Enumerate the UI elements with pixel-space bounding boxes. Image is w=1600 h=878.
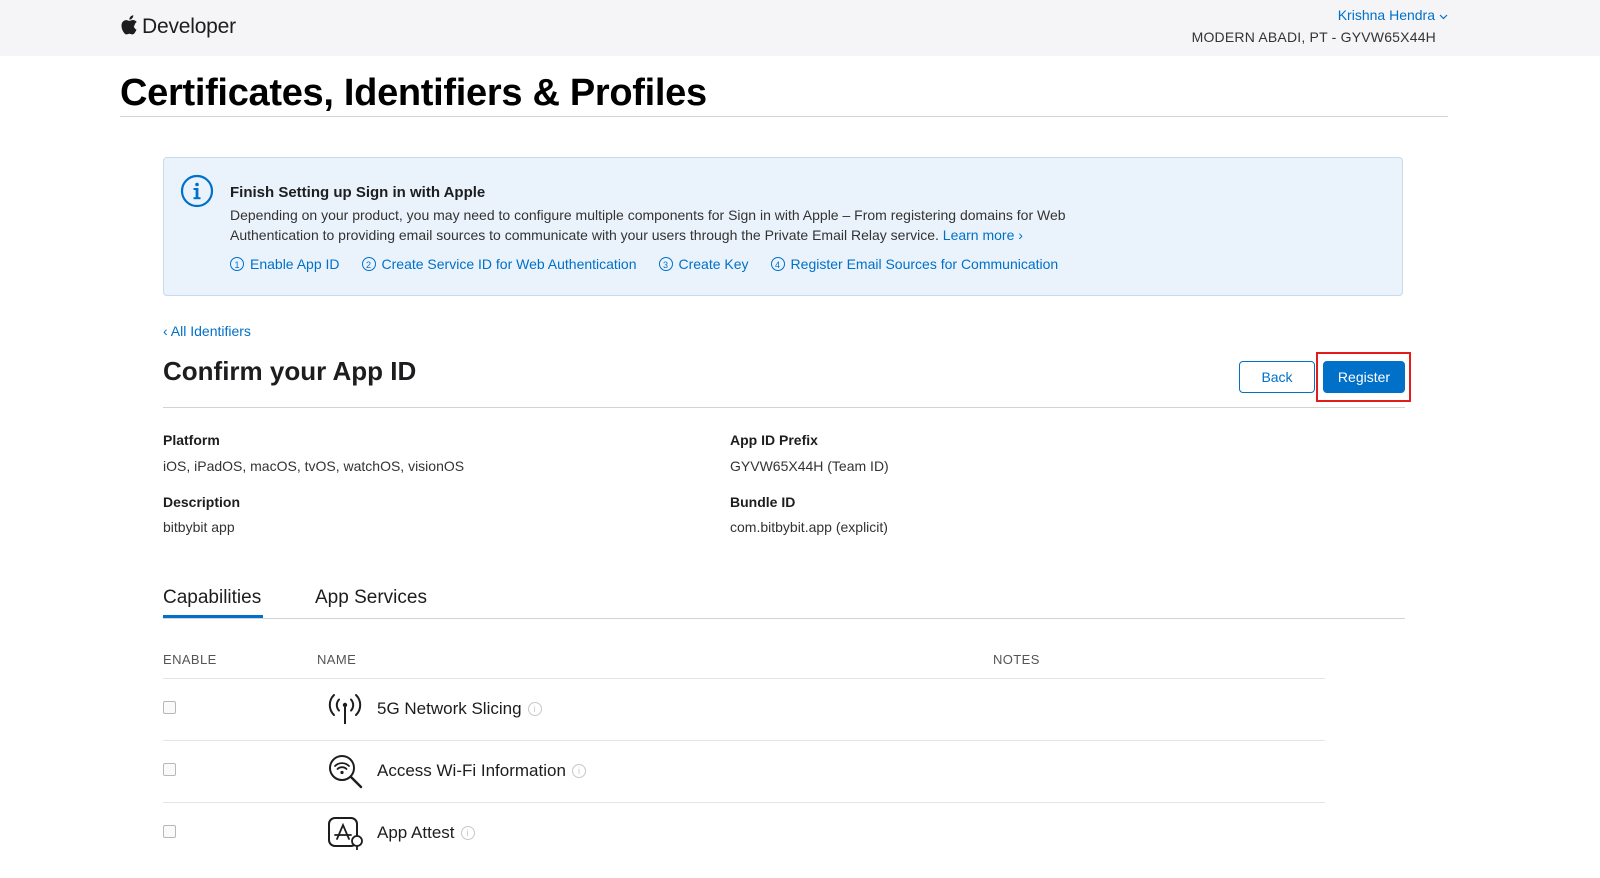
info-circle-icon[interactable]: i xyxy=(460,826,475,840)
row-divider xyxy=(163,740,1325,741)
apple-logo-icon xyxy=(120,14,138,41)
info-icon xyxy=(180,174,214,213)
enable-checkbox-app-attest[interactable] xyxy=(163,825,176,838)
banner-title: Finish Setting up Sign in with Apple xyxy=(230,184,486,201)
capability-label: App Attest xyxy=(377,823,455,842)
description-label: Description xyxy=(163,494,241,510)
banner-steps: 1 Enable App ID 2 Create Service ID for … xyxy=(230,256,1058,272)
description-value: bitbybit app xyxy=(163,519,235,535)
capability-name: App Attest i xyxy=(377,823,475,843)
step-label: Create Key xyxy=(678,256,749,272)
step-enable-app-id[interactable]: 1 Enable App ID xyxy=(230,256,340,272)
developer-logo[interactable]: Developer xyxy=(120,12,236,42)
capability-name: 5G Network Slicing i xyxy=(377,699,542,719)
antenna-icon xyxy=(326,690,364,728)
app-attest-icon xyxy=(326,814,364,852)
capability-label: Access Wi-Fi Information xyxy=(377,761,566,780)
brand-text: Developer xyxy=(142,15,236,38)
info-circle-icon[interactable]: i xyxy=(571,764,586,778)
tabs-divider xyxy=(163,618,1405,619)
step-register-email-sources[interactable]: 4 Register Email Sources for Communicati… xyxy=(770,256,1059,272)
step-label: Enable App ID xyxy=(250,256,340,272)
prefix-value: GYVW65X44H (Team ID) xyxy=(730,458,889,474)
team-name: MODERN ABADI, PT - GYVW65X44H xyxy=(1191,29,1436,45)
step-label: Create Service ID for Web Authentication xyxy=(381,256,637,272)
column-header-notes: NOTES xyxy=(993,652,1040,667)
learn-more-link[interactable]: Learn more › xyxy=(943,227,1023,243)
bundle-id-value: com.bitbybit.app (explicit) xyxy=(730,519,888,535)
column-header-enable: ENABLE xyxy=(163,652,217,667)
enable-checkbox-5g-network-slicing[interactable] xyxy=(163,701,176,714)
tab-capabilities[interactable]: Capabilities xyxy=(163,587,261,609)
section-divider xyxy=(163,407,1405,408)
bundle-id-label: Bundle ID xyxy=(730,494,796,510)
register-highlight-box xyxy=(1316,352,1411,402)
capability-name: Access Wi-Fi Information i xyxy=(377,761,586,781)
platform-label: Platform xyxy=(163,432,220,448)
step-number: 1 xyxy=(230,257,244,271)
tab-app-services[interactable]: App Services xyxy=(315,587,427,609)
user-name: Krishna Hendra xyxy=(1337,7,1435,23)
platform-value: iOS, iPadOS, macOS, tvOS, watchOS, visio… xyxy=(163,458,465,474)
capability-label: 5G Network Slicing xyxy=(377,699,522,718)
banner-body: Depending on your product, you may need … xyxy=(230,205,1110,245)
info-circle-icon[interactable]: i xyxy=(527,702,542,716)
banner-body-text: Depending on your product, you may need … xyxy=(230,207,1066,243)
back-button[interactable]: Back xyxy=(1239,361,1315,393)
step-create-key[interactable]: 3 Create Key xyxy=(658,256,749,272)
step-number: 3 xyxy=(658,257,673,271)
enable-checkbox-access-wifi-information[interactable] xyxy=(163,763,176,776)
user-menu[interactable]: Krishna Hendra xyxy=(1338,7,1448,23)
step-label: Register Email Sources for Communication xyxy=(790,256,1059,272)
all-identifiers-link[interactable]: ‹ All Identifiers xyxy=(163,323,251,339)
column-header-name: NAME xyxy=(317,652,357,667)
row-divider xyxy=(163,678,1325,679)
step-number: 4 xyxy=(770,257,785,271)
step-number: 2 xyxy=(361,257,376,271)
chevron-down-icon xyxy=(1439,7,1448,23)
row-divider xyxy=(163,802,1325,803)
step-create-service-id[interactable]: 2 Create Service ID for Web Authenticati… xyxy=(361,256,637,272)
page-title: Certificates, Identifiers & Profiles xyxy=(120,72,707,114)
section-title: Confirm your App ID xyxy=(163,356,417,386)
wifi-search-icon xyxy=(326,752,364,790)
title-divider xyxy=(120,116,1448,117)
prefix-label: App ID Prefix xyxy=(730,432,818,448)
